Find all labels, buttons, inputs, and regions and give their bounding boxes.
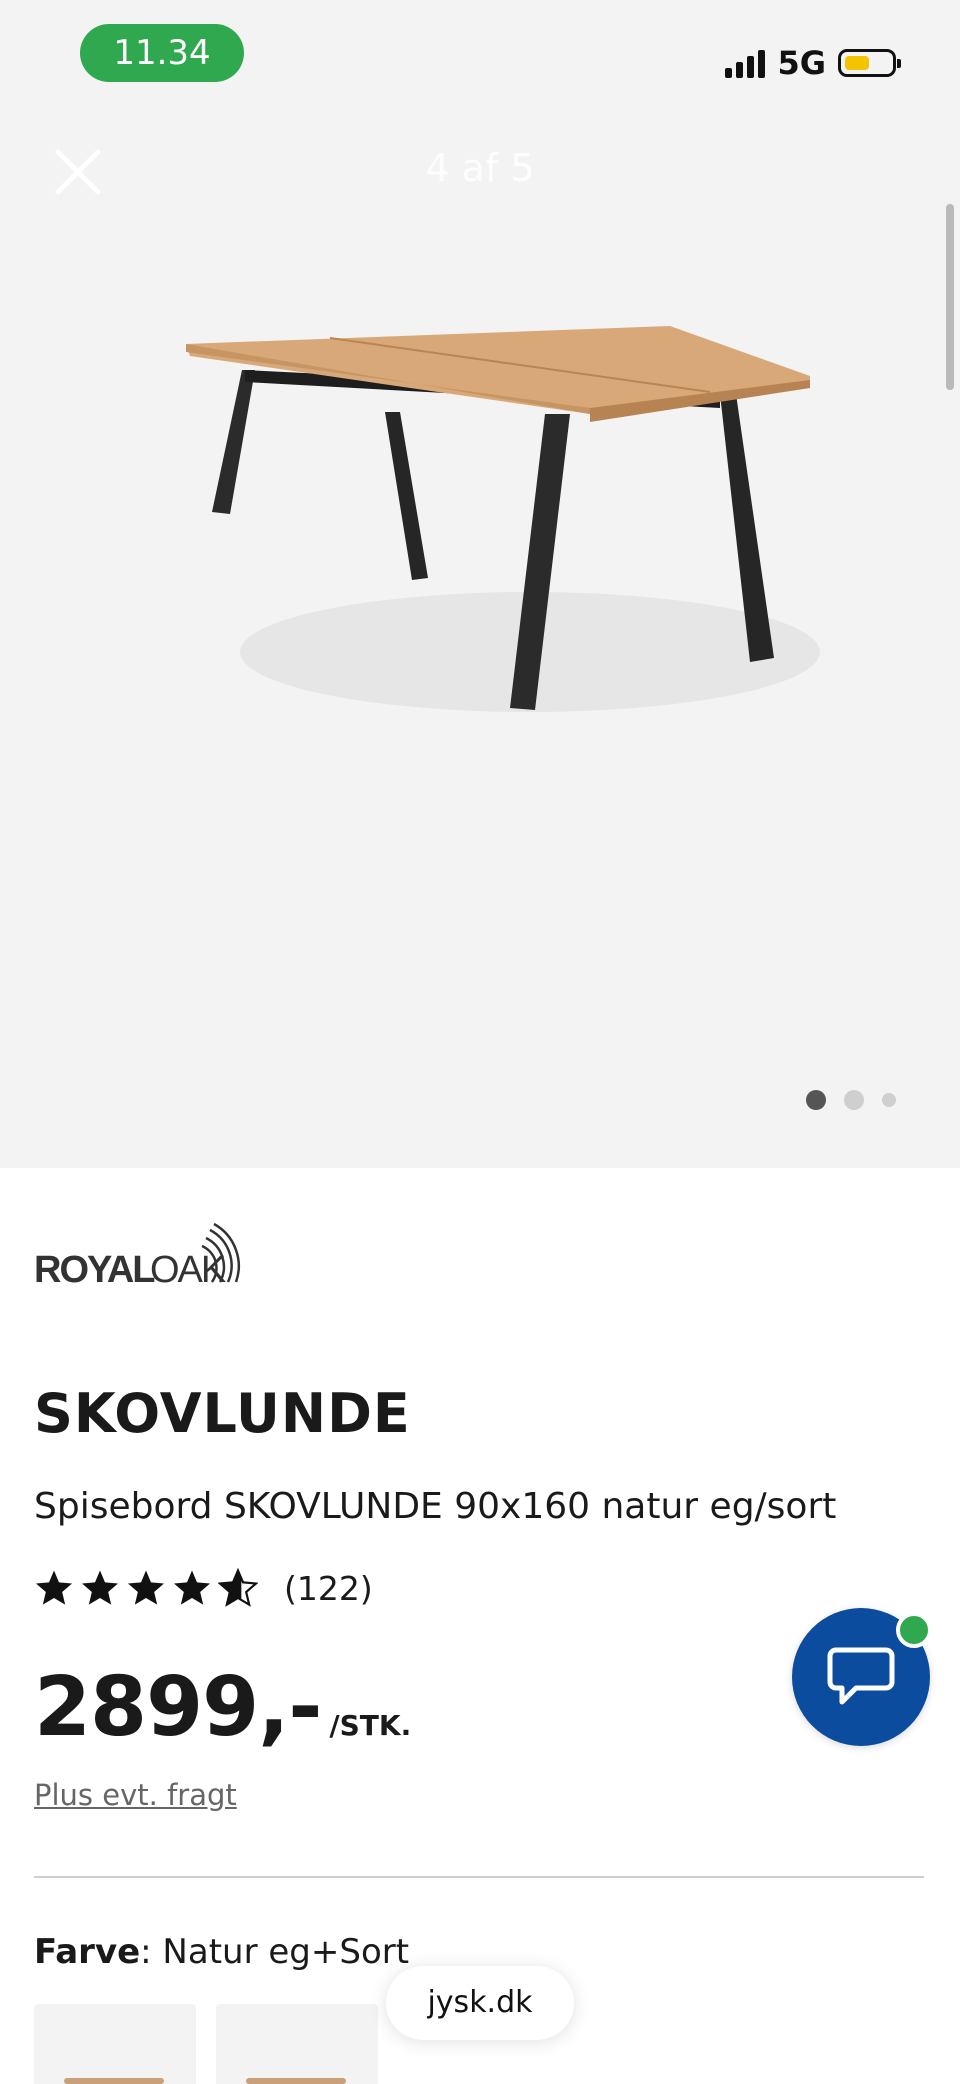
product-name: Spisebord SKOVLUNDE 90x160 natur eg/sort [34,1486,837,1527]
star-icon [174,1570,210,1605]
status-indicators: 5G [725,44,901,82]
network-label: 5G [777,44,826,82]
star-icon [128,1570,164,1605]
gallery-dot-3[interactable] [882,1093,896,1107]
product-family: SKOVLUNDE [34,1382,411,1445]
close-gallery-button[interactable] [52,146,104,198]
gallery-pagination [806,1090,896,1110]
svg-text:ROYAL: ROYAL [34,1249,155,1291]
price-unit: /STK. [329,1709,412,1742]
chat-notification-dot [896,1612,932,1648]
gallery-dot-2[interactable] [844,1090,864,1110]
signal-icon [725,48,766,78]
price: 2899,- /STK. [34,1660,411,1755]
brand-logo: ROYAL OAK [34,1222,240,1291]
color-swatch-2[interactable] [216,2004,378,2084]
browser-url-bar[interactable]: jysk.dk [386,1966,574,2040]
color-swatch-1[interactable] [34,2004,196,2084]
review-count[interactable]: (122) [284,1569,373,1608]
divider [34,1876,924,1878]
svg-text:OAK: OAK [150,1249,226,1291]
chat-icon [827,1647,895,1705]
star-icon [36,1570,72,1605]
color-value: : Natur eg+Sort [140,1932,410,1972]
battery-icon [838,49,901,77]
close-icon [55,149,101,195]
rating[interactable]: (122) [34,1568,373,1608]
gallery-dot-1[interactable] [806,1090,826,1110]
gallery-scrollbar[interactable] [946,204,954,390]
image-counter: 4 af 5 [425,146,535,190]
product-gallery[interactable]: 11.34 5G 4 af 5 [0,0,960,1168]
color-label: Farve [34,1932,141,1972]
star-icon [82,1570,118,1605]
star-half-icon [218,1568,258,1607]
freight-link[interactable]: Plus evt. fragt [34,1778,237,1812]
price-value: 2899,- [34,1660,322,1755]
product-image [186,326,820,712]
status-time: 11.34 [80,24,244,82]
color-selector-label: Farve: Natur eg+Sort [34,1932,409,1972]
